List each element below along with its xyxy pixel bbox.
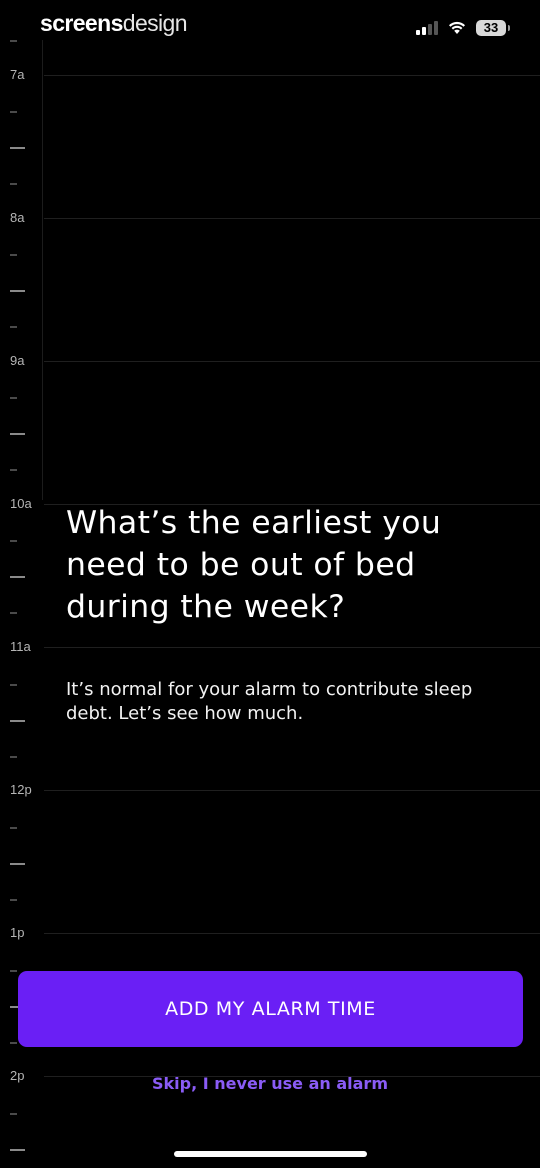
- tick-mark: [10, 863, 25, 865]
- add-alarm-time-button[interactable]: ADD MY ALARM TIME: [18, 971, 523, 1047]
- tick-mark: [10, 1113, 17, 1115]
- tick-mark: [10, 720, 25, 722]
- hour-label: 1p: [10, 925, 25, 940]
- onboarding-content: What’s the earliest you need to be out o…: [66, 502, 506, 726]
- tick-mark: [10, 147, 25, 149]
- skip-alarm-link[interactable]: Skip, I never use an alarm: [0, 1074, 540, 1093]
- tick-mark: [10, 397, 17, 399]
- tick-mark: [10, 540, 17, 542]
- hour-label: 7a: [10, 67, 25, 82]
- tick-mark: [10, 254, 17, 256]
- tick-mark: [10, 326, 17, 328]
- tick-mark: [10, 684, 17, 686]
- tick-mark: [10, 183, 17, 185]
- tick-mark: [10, 290, 25, 292]
- tick-mark: [10, 970, 17, 972]
- tick-mark: [10, 827, 17, 829]
- hour-gridline: [44, 361, 540, 362]
- tick-mark: [10, 1042, 17, 1044]
- tick-mark: [10, 756, 17, 758]
- tick-mark: [10, 111, 17, 113]
- tick-mark: [10, 1149, 25, 1151]
- tick-mark: [10, 469, 17, 471]
- hour-label: 10a: [10, 496, 32, 511]
- hour-gridline: [44, 218, 540, 219]
- hour-label: 11a: [10, 639, 31, 654]
- hour-label: 9a: [10, 353, 25, 368]
- tick-mark: [10, 899, 17, 901]
- tick-mark: [10, 576, 25, 578]
- timeline-axis: [42, 40, 43, 500]
- hour-label: 12p: [10, 782, 32, 797]
- question-subtext: It’s normal for your alarm to contribute…: [66, 679, 473, 724]
- hour-gridline: [44, 933, 540, 934]
- hour-gridline: [44, 75, 540, 76]
- hour-label: 8a: [10, 210, 25, 225]
- home-indicator[interactable]: [174, 1151, 367, 1157]
- tick-mark: [10, 40, 17, 42]
- question-heading: What’s the earliest you need to be out o…: [66, 505, 442, 625]
- hour-gridline: [44, 790, 540, 791]
- tick-mark: [10, 433, 25, 435]
- tick-mark: [10, 612, 17, 614]
